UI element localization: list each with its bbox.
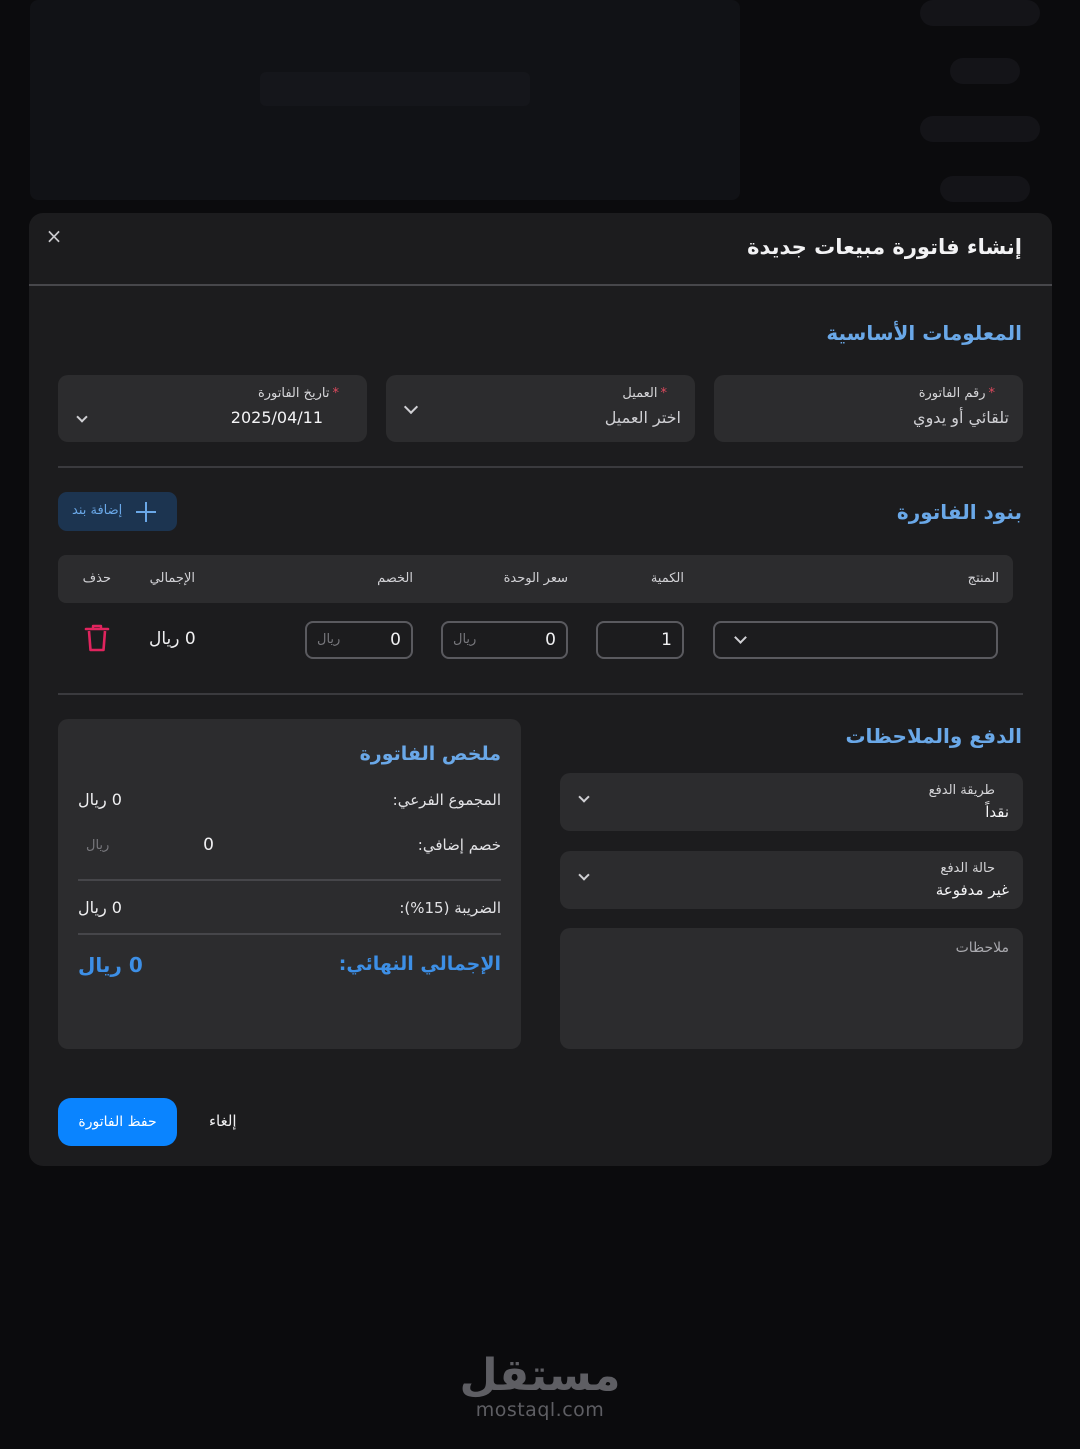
subtotal-value: 0 ريال	[78, 790, 122, 809]
unit-price-value: 0	[545, 630, 556, 650]
notes-textarea[interactable]: ملاحظات	[560, 928, 1023, 1049]
background-pill	[950, 58, 1020, 84]
quantity-value: 1	[661, 630, 672, 650]
notes-placeholder: ملاحظات	[955, 940, 1009, 956]
background-pill	[940, 176, 1030, 202]
discount-value: 0	[390, 630, 401, 650]
column-total: الإجمالي	[149, 571, 195, 586]
unit-price-input[interactable]: 0 ريال	[441, 621, 568, 659]
chevron-down-icon	[76, 411, 88, 423]
quantity-input[interactable]: 1	[596, 621, 684, 659]
close-icon[interactable]: ×	[43, 225, 65, 247]
chevron-down-icon	[578, 869, 590, 881]
discount-currency: ريال	[317, 632, 341, 647]
required-mark: *	[988, 386, 996, 401]
watermark-logo: مستقل mostaql.com	[0, 1350, 1080, 1421]
extra-discount-currency: ريال	[86, 838, 110, 853]
invoice-number-label: *رقم الفاتورة	[919, 386, 995, 401]
customer-label: *العميل	[622, 386, 667, 401]
column-product: المنتج	[967, 571, 999, 586]
save-invoice-button[interactable]: حفظ الفاتورة	[58, 1098, 177, 1146]
summary-divider	[78, 933, 501, 935]
column-unit-price: سعر الوحدة	[503, 571, 568, 586]
payment-method-select[interactable]: طريقة الدفع نقداً	[560, 773, 1023, 831]
chevron-down-icon	[403, 399, 419, 415]
customer-placeholder: اختر العميل	[604, 408, 681, 427]
background-pill	[920, 0, 1040, 26]
invoice-number-field[interactable]: *رقم الفاتورة تلقائي أو يدوي	[714, 375, 1023, 442]
invoice-items-title: بنود الفاتورة	[896, 500, 1022, 524]
extra-discount-value: 0	[203, 835, 214, 855]
background-pill	[920, 116, 1040, 142]
add-item-button[interactable]: إضافة بند	[58, 492, 177, 531]
summary-divider	[78, 879, 501, 881]
invoice-date-label-text: تاريخ الفاتورة	[257, 386, 330, 401]
watermark-latin: mostaql.com	[475, 1399, 605, 1421]
basic-info-title: المعلومات الأساسية	[826, 321, 1022, 345]
cancel-button[interactable]: إلغاء	[209, 1112, 237, 1130]
tax-value: 0 ريال	[78, 898, 122, 917]
tax-label: الضريبة (15%):	[399, 899, 501, 917]
extra-discount-input[interactable]: 0 ريال	[78, 827, 278, 863]
create-invoice-modal: إنشاء فاتورة مبيعات جديدة × المعلومات ال…	[29, 213, 1052, 1166]
row-total: 0 ريال	[149, 629, 196, 649]
unit-price-currency: ريال	[453, 632, 477, 647]
required-mark: *	[660, 386, 668, 401]
customer-label-text: العميل	[622, 386, 658, 401]
final-total-value: 0 ريال	[78, 953, 143, 977]
invoice-number-placeholder: تلقائي أو يدوي	[913, 408, 1009, 427]
payment-status-select[interactable]: حالة الدفع غير مدفوعة	[560, 851, 1023, 909]
column-delete: حذف	[82, 571, 111, 586]
final-total-label: الإجمالي النهائي:	[338, 953, 501, 975]
trash-icon[interactable]	[84, 623, 110, 653]
required-mark: *	[332, 386, 340, 401]
chevron-down-icon	[734, 631, 747, 644]
invoice-summary: ملخص الفاتورة المجموع الفرعي: 0 ريال خصم…	[58, 719, 521, 1049]
subtotal-label: المجموع الفرعي:	[392, 791, 501, 809]
column-discount: الخصم	[377, 571, 413, 586]
payment-status-value: غير مدفوعة	[935, 881, 1009, 899]
background-panel	[30, 0, 740, 200]
add-item-label: إضافة بند	[72, 503, 123, 518]
invoice-date-field[interactable]: *تاريخ الفاتورة 2025/04/11	[58, 375, 367, 442]
plus-icon	[136, 502, 156, 522]
items-table-header: المنتج الكمية سعر الوحدة الخصم الإجمالي …	[58, 555, 1013, 603]
summary-title: ملخص الفاتورة	[359, 743, 501, 765]
modal-title: إنشاء فاتورة مبيعات جديدة	[747, 235, 1022, 259]
invoice-number-label-text: رقم الفاتورة	[918, 386, 986, 401]
watermark-arabic: مستقل	[459, 1350, 621, 1401]
modal-header: إنشاء فاتورة مبيعات جديدة ×	[29, 213, 1052, 286]
customer-select[interactable]: *العميل اختر العميل	[386, 375, 695, 442]
section-divider	[58, 693, 1023, 695]
payment-status-label: حالة الدفع	[940, 861, 995, 876]
discount-input[interactable]: 0 ريال	[305, 621, 413, 659]
chevron-down-icon	[578, 791, 590, 803]
product-select[interactable]	[713, 621, 998, 659]
payment-method-label: طريقة الدفع	[928, 783, 995, 798]
payment-method-value: نقداً	[985, 803, 1009, 821]
column-quantity: الكمية	[650, 571, 684, 586]
invoice-date-value: 2025/04/11	[230, 408, 323, 427]
invoice-date-label: *تاريخ الفاتورة	[258, 386, 339, 401]
extra-discount-label: خصم إضافي:	[417, 836, 501, 854]
payment-notes-title: الدفع والملاحظات	[845, 724, 1022, 748]
section-divider	[58, 466, 1023, 468]
background-bar	[260, 72, 530, 106]
